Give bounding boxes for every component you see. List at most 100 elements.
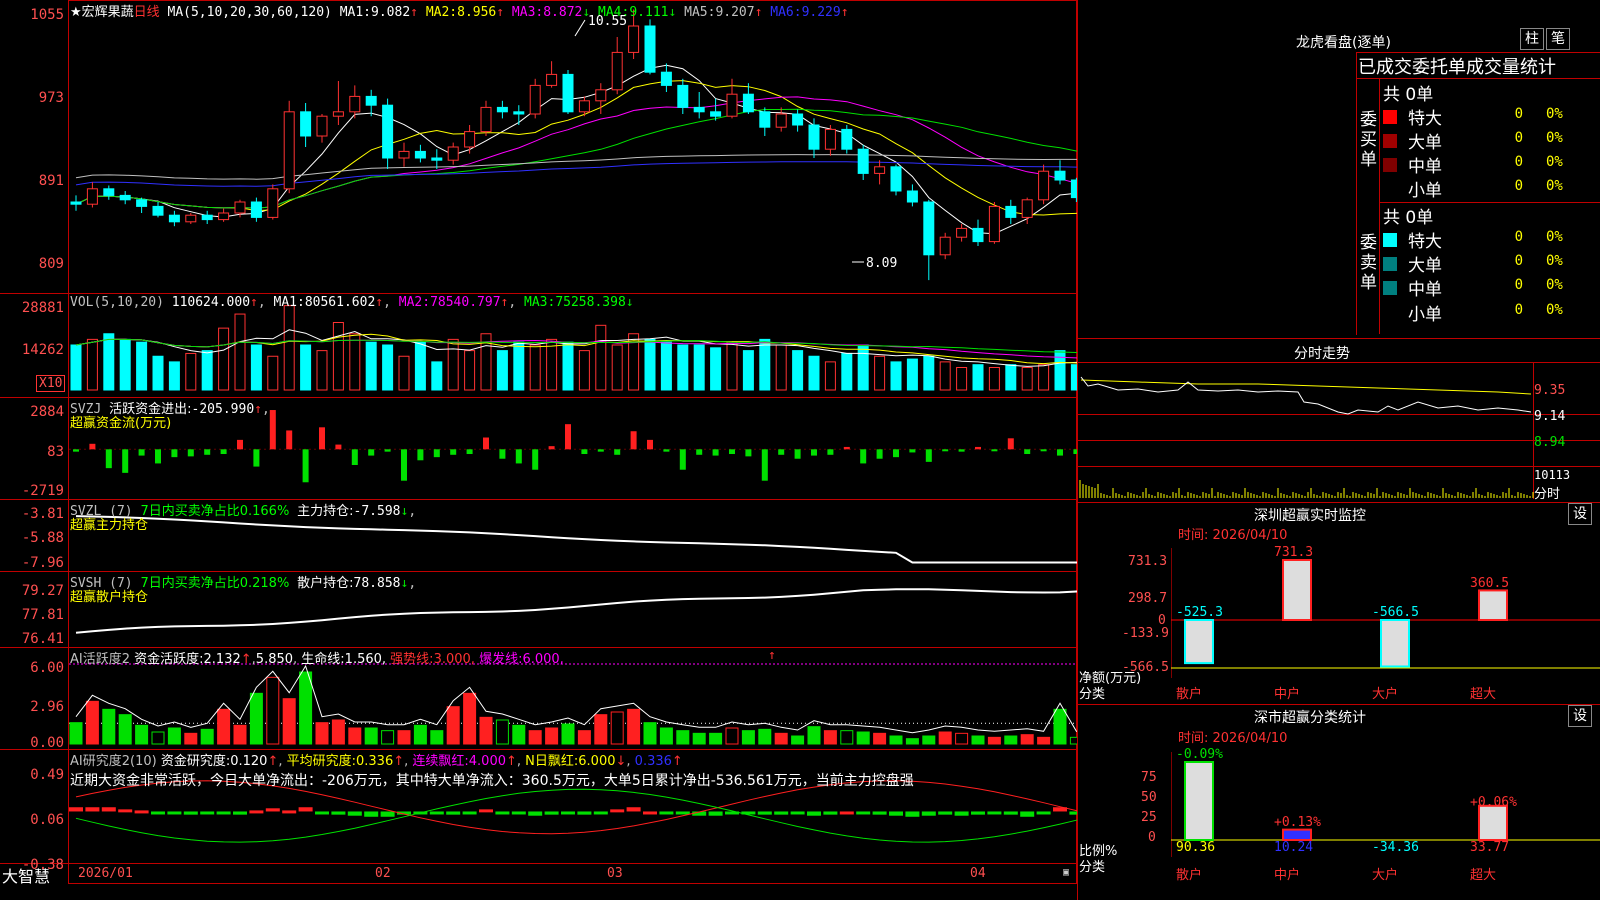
volume-bar <box>119 338 131 391</box>
candle-body <box>562 73 574 113</box>
brand-logo[interactable]: 大智慧 <box>2 863 50 887</box>
ai2-bar <box>1036 811 1051 815</box>
ai1-bar <box>643 722 657 745</box>
vol-header: VOL(5,10,20) 110624.000↑, MA1:80561.602↑… <box>70 295 634 310</box>
szc-bar <box>1478 804 1508 841</box>
sz-value-label: -525.3 <box>1176 605 1223 620</box>
ai2-tick: 0.06 <box>30 812 64 828</box>
lock-icon[interactable]: ▣ <box>1063 867 1069 878</box>
ai1-bar <box>397 730 411 745</box>
volume-bar <box>300 344 312 391</box>
candle-body <box>480 106 492 133</box>
ai1-bar <box>676 730 690 745</box>
ma-line-6 <box>75 161 1077 187</box>
svzl-ratio: 7日内买卖净占比0.166% <box>140 504 290 519</box>
intraday-chart[interactable] <box>1078 362 1600 502</box>
ai1-bar <box>1053 708 1067 745</box>
chart-area[interactable]: 1055 973 891 809 28881 14262 X10 2884 83… <box>0 0 1077 887</box>
ai1-t4: 强势线: <box>390 652 434 667</box>
svzj-bar <box>401 449 407 481</box>
svzj-bar <box>827 449 834 455</box>
szc-x-label: 分类 <box>1079 860 1106 875</box>
candle-body <box>398 150 410 159</box>
ai1-bar <box>545 727 559 745</box>
volume-bar <box>218 327 230 391</box>
ai1-bar <box>905 738 919 745</box>
ai2-bar <box>282 810 297 814</box>
volume-bar <box>562 341 574 391</box>
ai2-bar <box>479 809 493 813</box>
volume-bar <box>398 355 410 391</box>
svzj-bar <box>466 449 473 455</box>
tick-mode-button[interactable]: 笔 <box>1546 28 1570 50</box>
candle-body <box>939 236 951 256</box>
volume-bar <box>283 305 295 391</box>
ai1-label: AI活跃度2 <box>70 652 130 667</box>
svzl-line <box>75 515 1077 564</box>
volume-bar <box>644 338 656 391</box>
high-price-mark: 10.55 <box>588 14 628 29</box>
volume-bar <box>136 341 148 391</box>
date-label: 2026/01 <box>78 866 133 881</box>
vol-unit-badge: X10 <box>36 375 66 392</box>
intraday-title[interactable]: 分时走势 <box>1294 343 1350 363</box>
ai1-bar <box>151 731 165 745</box>
ai1-bar <box>577 730 591 745</box>
svzj-bar <box>942 449 949 452</box>
ai2-bar <box>347 811 362 816</box>
ai2-t2: 平均研究度: <box>286 754 356 769</box>
sell-l-swatch <box>1383 257 1397 271</box>
ai1-v3: 1.560, <box>344 652 387 667</box>
candle-body <box>693 106 705 113</box>
sz-class-title: 深市超赢分类统计 <box>1254 710 1366 726</box>
ai2-v5: 0.336 <box>634 754 672 769</box>
ai1-bar <box>528 730 542 745</box>
ai2-bar <box>429 811 444 815</box>
period-label[interactable]: 日线 <box>134 5 160 20</box>
svzj-bar <box>630 431 637 450</box>
candle-body <box>529 84 541 115</box>
ai1-bar <box>266 676 280 745</box>
sell-side-label: 委卖单 <box>1360 233 1377 293</box>
ai1-bar <box>725 727 739 745</box>
ai2-bar <box>708 811 723 816</box>
svzj-bar <box>860 449 867 464</box>
ai1-bar <box>840 730 854 745</box>
ai2-bar <box>971 811 985 815</box>
ai1-bar <box>233 724 247 745</box>
ai1-bar <box>955 732 969 745</box>
price-tick: 1055 <box>30 7 64 23</box>
volume-bar <box>1021 367 1033 391</box>
ma2-readout: MA2:8.956↑ <box>425 5 505 20</box>
svzj-value: -205.990 <box>191 402 255 417</box>
volume-bar <box>874 355 886 391</box>
sz-class-settings-button[interactable]: 设 <box>1568 705 1592 727</box>
szc-bar <box>1282 828 1312 841</box>
candle-body <box>103 188 115 196</box>
volume-bar <box>710 347 722 391</box>
vol-ma1: MA1:80561.602↑ <box>273 295 384 310</box>
ai2-bar <box>807 811 821 816</box>
buy-m-value: 0 <box>1514 154 1523 170</box>
buy-side-label: 委买单 <box>1360 110 1377 170</box>
volume-bar <box>906 358 918 391</box>
ai2-a1: ↑ <box>267 754 279 769</box>
svzj-bar <box>483 437 489 450</box>
svzj-bar <box>515 449 522 464</box>
price-tick: 891 <box>38 173 64 189</box>
stock-name[interactable]: ★宏辉果蔬 <box>70 5 134 20</box>
sz-category: 大户 <box>1372 687 1399 702</box>
sell-l-pct: 0% <box>1546 253 1563 269</box>
svzj-bar <box>565 424 571 450</box>
price-tick: 973 <box>38 90 64 106</box>
svzl-tick: -7.96 <box>21 555 64 571</box>
candle-body <box>168 214 180 223</box>
ai2-a5: ↑ <box>671 754 683 769</box>
ai1-tick: 6.00 <box>30 660 64 676</box>
svsh-arrow: ↓ <box>400 576 409 591</box>
sz-class-divider <box>1078 704 1600 705</box>
ai1-bar <box>200 728 214 745</box>
sz-monitor-settings-button[interactable]: 设 <box>1568 503 1592 525</box>
bar-mode-button[interactable]: 柱 <box>1520 28 1544 50</box>
ai2-bar <box>626 807 641 812</box>
